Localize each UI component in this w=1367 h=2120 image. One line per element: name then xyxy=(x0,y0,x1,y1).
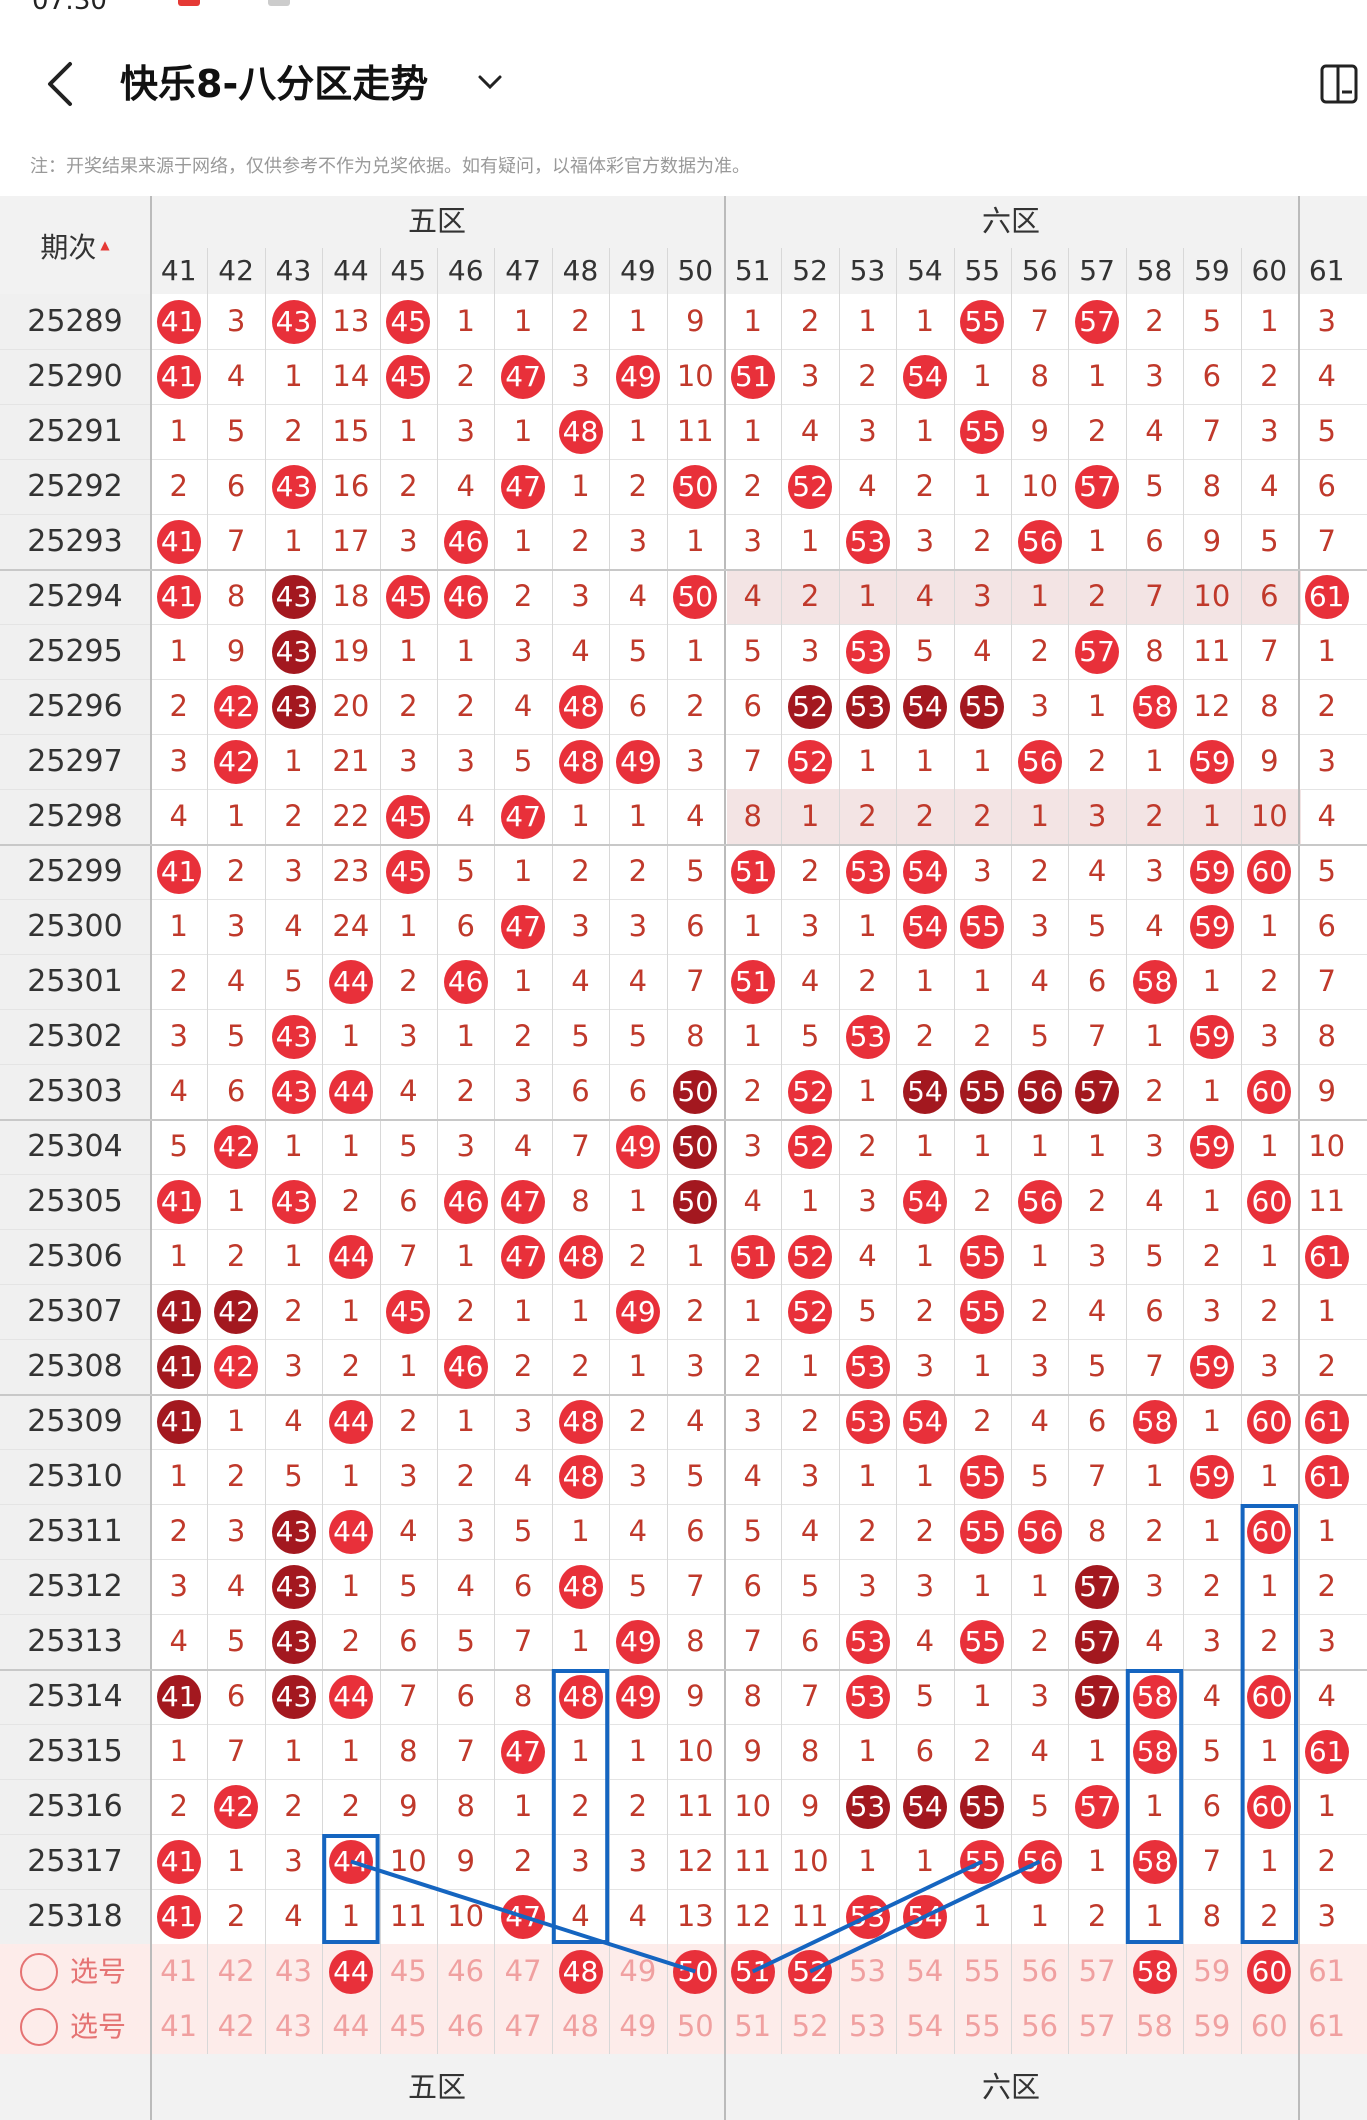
highlight-frame xyxy=(322,1834,380,1944)
highlight-frame xyxy=(1125,1669,1184,1944)
trend-line xyxy=(809,1859,1041,1974)
pattern-overlay xyxy=(322,1504,1298,1974)
trend-line xyxy=(350,1859,696,1974)
highlight-frame xyxy=(1240,1504,1298,1944)
highlight-frame xyxy=(551,1669,610,1944)
trend-line xyxy=(751,1859,984,1974)
trend-table: 期次 ▲ 五区 六区 41 42 43 44 45 46 47 48 49 50 51 52 53 54 55 56 5… xyxy=(0,0,1367,2120)
